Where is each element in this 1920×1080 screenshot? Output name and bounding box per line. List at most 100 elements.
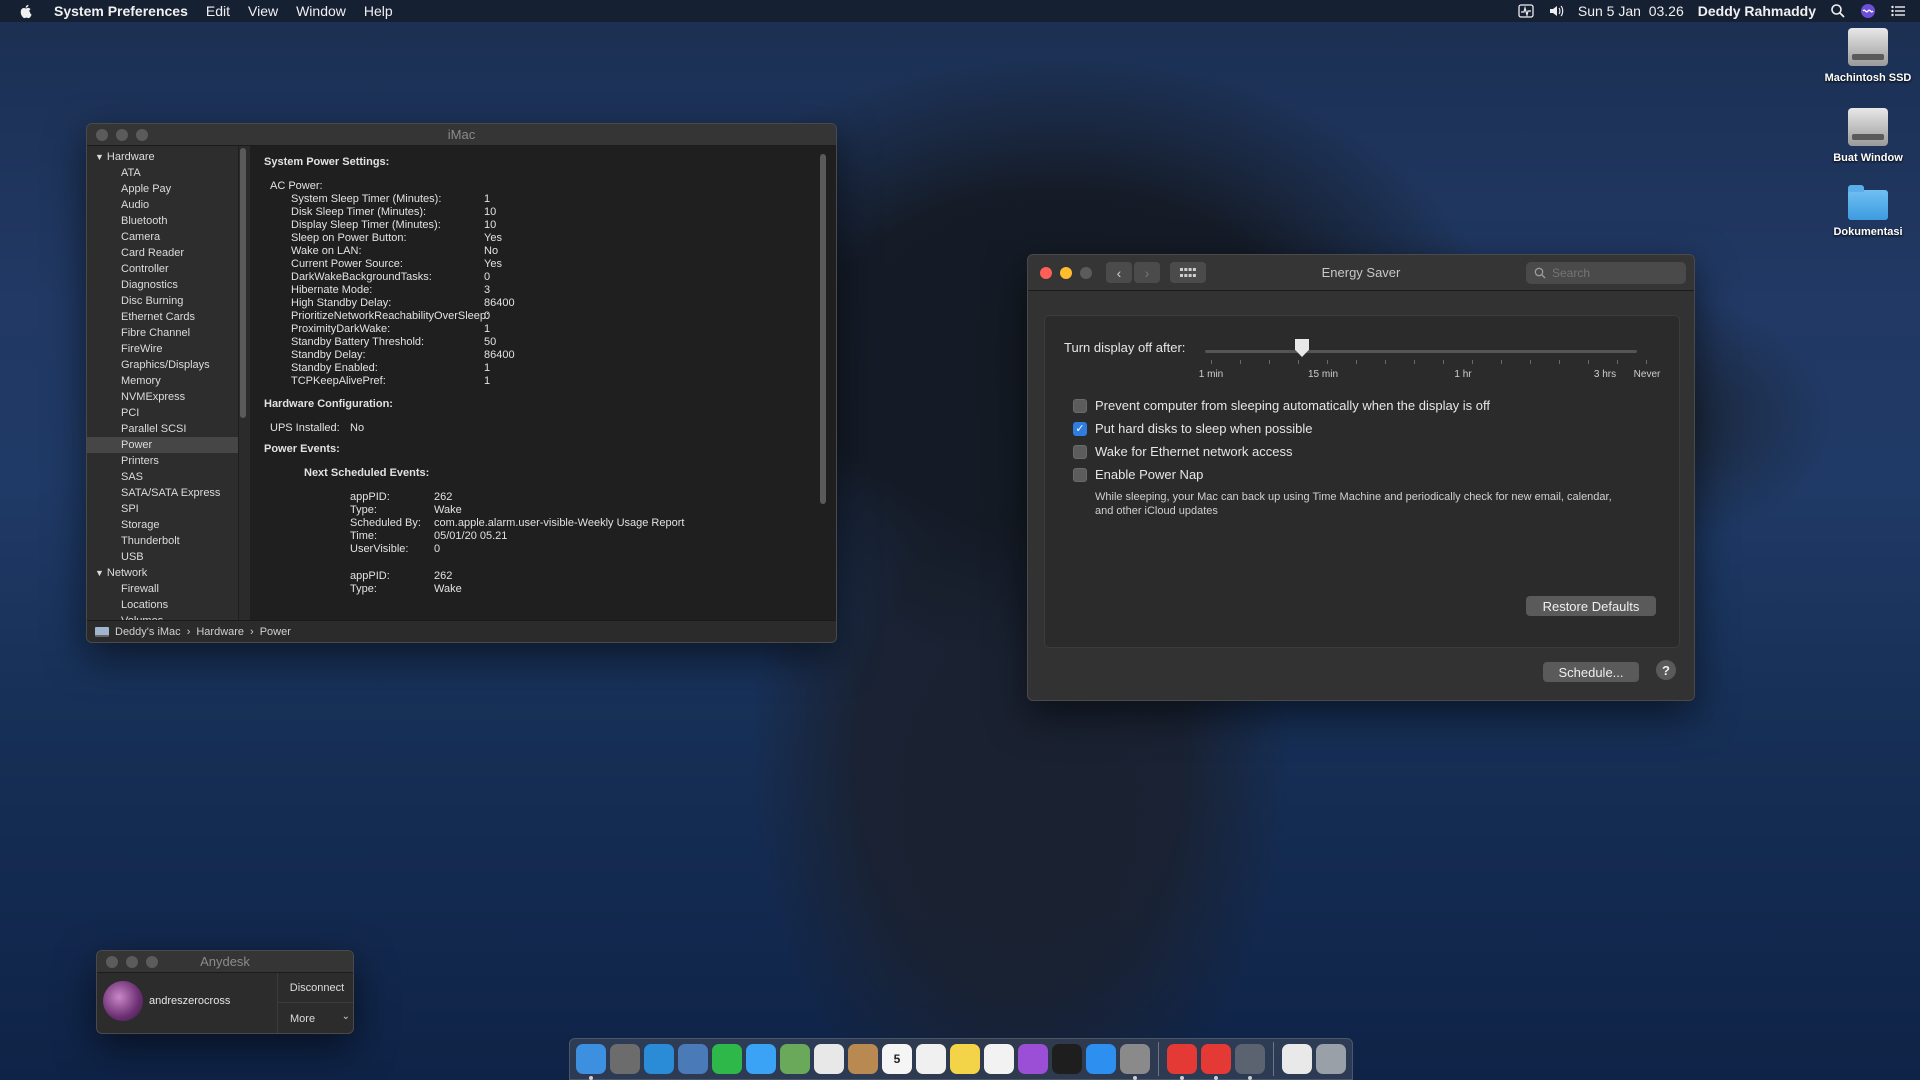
desktop-icon-machintosh-ssd[interactable]: Machintosh SSD (1818, 28, 1918, 84)
sidebar-item-nvmexpress[interactable]: NVMExpress (87, 389, 238, 405)
sidebar-item-thunderbolt[interactable]: Thunderbolt (87, 533, 238, 549)
finder-icon[interactable] (576, 1044, 606, 1080)
sidebar-item-storage[interactable]: Storage (87, 517, 238, 533)
window-title: Anydesk (200, 954, 250, 969)
sidebar-item-audio[interactable]: Audio (87, 197, 238, 213)
option-disk-sleep[interactable]: ✓ Put hard disks to sleep when possible (1073, 421, 1313, 436)
restore-defaults-button[interactable]: Restore Defaults (1526, 596, 1656, 616)
path-item[interactable]: Deddy's iMac (115, 626, 181, 638)
system-preferences-icon[interactable] (1120, 1044, 1150, 1080)
sidebar-item-ethernet-cards[interactable]: Ethernet Cards (87, 309, 238, 325)
trash-icon[interactable] (1316, 1044, 1346, 1074)
window-titlebar[interactable]: ‹ › Energy Saver (1028, 255, 1694, 291)
desktop-icon-buat-window[interactable]: Buat Window (1818, 108, 1918, 164)
checkbox[interactable] (1073, 398, 1087, 413)
sidebar-item-locations[interactable]: Locations (87, 597, 238, 613)
path-item[interactable]: Power (260, 626, 291, 638)
sidebar-scrollbar[interactable] (240, 148, 246, 418)
sidebar-item-ata[interactable]: ATA (87, 165, 238, 181)
detail-scrollbar[interactable] (820, 154, 826, 504)
sidebar-item-firewall[interactable]: Firewall (87, 581, 238, 597)
music-icon[interactable] (984, 1044, 1014, 1074)
disconnect-button[interactable]: Disconnect (278, 973, 353, 1003)
window-titlebar[interactable]: iMac (87, 124, 836, 146)
checkbox[interactable] (1073, 444, 1087, 459)
checkbox[interactable]: ✓ (1073, 421, 1087, 436)
schedule-button[interactable]: Schedule... (1543, 662, 1639, 682)
menu-help[interactable]: Help (364, 3, 393, 19)
more-dropdown[interactable]: More ⌄ (278, 1003, 353, 1033)
photos-icon[interactable] (814, 1044, 844, 1074)
launchpad-icon[interactable] (610, 1044, 640, 1074)
desktop-icon-dokumentasi[interactable]: Dokumentasi (1818, 185, 1918, 238)
sidebar-item-apple-pay[interactable]: Apple Pay (87, 181, 238, 197)
sidebar-item-diagnostics[interactable]: Diagnostics (87, 277, 238, 293)
calendar-icon[interactable]: 5 (882, 1044, 912, 1074)
facetime-icon[interactable] (712, 1044, 742, 1074)
anydesk-icon[interactable] (1167, 1044, 1197, 1080)
sidebar-item-graphics-displays[interactable]: Graphics/Displays (87, 357, 238, 373)
sidebar-item-card-reader[interactable]: Card Reader (87, 245, 238, 261)
spotlight-search-icon[interactable] (1830, 3, 1846, 19)
sidebar-item-controller[interactable]: Controller (87, 261, 238, 277)
slider-thumb[interactable] (1295, 339, 1309, 357)
anydesk-alt-icon[interactable] (1201, 1044, 1231, 1080)
sidebar-group-hardware[interactable]: ▼ Hardware (87, 149, 238, 165)
notes-icon[interactable] (950, 1044, 980, 1074)
setting-row: TCPKeepAlivePref: 1 (264, 375, 836, 388)
podcasts-icon[interactable] (1018, 1044, 1048, 1074)
menu-view[interactable]: View (248, 3, 278, 19)
siri-icon[interactable] (1860, 3, 1876, 19)
display-off-slider[interactable] (1205, 350, 1637, 353)
sidebar-item-bluetooth[interactable]: Bluetooth (87, 213, 238, 229)
menu-user[interactable]: Deddy Rahmaddy (1698, 3, 1816, 19)
option-prevent-sleep[interactable]: Prevent computer from sleeping automatic… (1073, 398, 1490, 413)
reminders-icon[interactable] (916, 1044, 946, 1074)
notification-center-icon[interactable] (1890, 3, 1906, 19)
menu-clock[interactable]: Sun 5 Jan 03.26 (1578, 3, 1684, 19)
path-item[interactable]: Hardware (196, 626, 244, 638)
script-editor-icon[interactable] (1235, 1044, 1265, 1080)
sidebar-item-memory[interactable]: Memory (87, 373, 238, 389)
sidebar-item-pci[interactable]: PCI (87, 405, 238, 421)
maps-icon[interactable] (780, 1044, 810, 1074)
option-power-nap[interactable]: Enable Power Nap (1073, 467, 1203, 482)
apple-menu-icon[interactable] (18, 3, 34, 19)
safari-icon[interactable] (644, 1044, 674, 1074)
disclosure-triangle-icon[interactable]: ▼ (95, 149, 104, 165)
event-row: appPID: 262 (350, 491, 836, 504)
app-store-icon[interactable] (1086, 1044, 1116, 1074)
sidebar-item-usb[interactable]: USB (87, 549, 238, 565)
event-value: 05/01/20 05.21 (434, 530, 508, 542)
window-titlebar[interactable]: Anydesk (97, 951, 353, 973)
menu-window[interactable]: Window (296, 3, 346, 19)
activity-monitor-icon[interactable] (1518, 3, 1534, 19)
sidebar-item-printers[interactable]: Printers (87, 453, 238, 469)
sidebar-item-parallel-scsi[interactable]: Parallel SCSI (87, 421, 238, 437)
sidebar-item-camera[interactable]: Camera (87, 229, 238, 245)
setting-value: 3 (484, 284, 491, 296)
preview-icon[interactable] (678, 1044, 708, 1074)
menu-app-name[interactable]: System Preferences (54, 3, 188, 19)
contacts-icon[interactable] (848, 1044, 878, 1074)
sidebar-item-sas[interactable]: SAS (87, 469, 238, 485)
document-icon[interactable] (1282, 1044, 1312, 1074)
volume-icon[interactable] (1548, 3, 1564, 19)
sidebar-group-network[interactable]: ▼ Network (87, 565, 238, 581)
tv-icon[interactable] (1052, 1044, 1082, 1074)
help-button[interactable]: ? (1656, 660, 1676, 680)
sidebar-item-spi[interactable]: SPI (87, 501, 238, 517)
sidebar-item-sata-sata-express[interactable]: SATA/SATA Express (87, 485, 238, 501)
setting-value: Yes (484, 232, 502, 244)
messages-icon[interactable] (746, 1044, 776, 1074)
sidebar-item-disc-burning[interactable]: Disc Burning (87, 293, 238, 309)
search-field[interactable] (1526, 262, 1686, 284)
sidebar-item-power[interactable]: Power (87, 437, 238, 453)
sidebar-item-fibre-channel[interactable]: Fibre Channel (87, 325, 238, 341)
option-wake-ethernet[interactable]: Wake for Ethernet network access (1073, 444, 1293, 459)
search-input[interactable] (1552, 266, 1672, 280)
checkbox[interactable] (1073, 467, 1087, 482)
sidebar-item-firewire[interactable]: FireWire (87, 341, 238, 357)
disclosure-triangle-icon[interactable]: ▼ (95, 565, 104, 581)
menu-edit[interactable]: Edit (206, 3, 230, 19)
